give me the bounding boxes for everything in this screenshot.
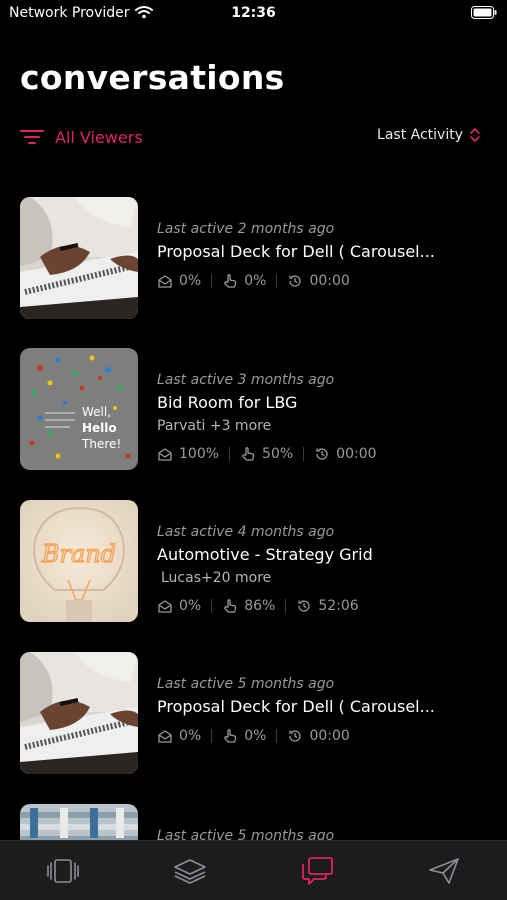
battery-icon [471,6,497,19]
divider [303,447,305,461]
send-tab[interactable] [380,841,507,900]
view-time: 00:00 [336,446,377,462]
history-clock-icon [316,448,328,460]
page-title: conversations [20,58,285,97]
conversation-row[interactable]: Last active 5 months ago Proposal Deck f… [20,652,490,774]
conversation-row[interactable]: Last active 2 months ago Proposal Deck f… [20,197,490,319]
conversation-title: Proposal Deck for Dell ( Carousel... [157,242,435,261]
divider [276,729,278,743]
divider [285,599,287,613]
conversation-thumbnail [20,197,138,319]
hand-pointer-icon [224,599,237,613]
paper-plane-icon [428,857,459,884]
conversation-title: Proposal Deck for Dell ( Carousel... [157,697,435,716]
conversation-row[interactable]: Brand Last active 4 months ago Automotiv… [20,500,490,622]
hand-pointer-icon [242,447,255,461]
filter-icon [20,130,44,144]
cards-icon [47,858,80,883]
last-active-text: Last active 4 months ago [157,524,335,540]
layers-icon [174,858,206,884]
sort-button[interactable]: Last Activity [377,126,481,144]
envelope-open-icon [158,448,172,461]
envelope-open-icon [158,730,172,743]
engagement-rate: 50% [262,446,294,462]
history-clock-icon [289,730,302,742]
opened-rate: 0% [179,273,202,289]
thumb-text-well: Well, [82,405,111,419]
conversation-thumbnail: Well, Hello There! [20,348,138,470]
envelope-open-icon [158,275,172,288]
view-time: 52:06 [318,598,359,614]
hand-pointer-icon [224,274,237,288]
conversation-thumbnail [20,652,138,774]
hand-pointer-icon [224,729,237,743]
conversation-stats: 0% 0% 00:00 [157,273,487,289]
engagement-rate: 0% [244,273,267,289]
history-clock-icon [289,275,302,287]
opened-rate: 100% [179,446,220,462]
sort-label: Last Activity [377,127,463,143]
conversation-title: Bid Room for LBG [157,393,298,412]
cards-tab[interactable] [0,841,127,900]
divider [276,274,278,288]
thumb-text-hello: Hello [82,421,117,435]
engagement-rate: 86% [244,598,276,614]
status-bar: Network Provider 12:36 [0,0,507,28]
view-time: 00:00 [309,273,350,289]
view-time: 00:00 [309,728,350,744]
viewers-text: Parvati +3 more [157,418,272,434]
envelope-open-icon [158,600,172,613]
last-active-text: Last active 2 months ago [157,221,335,237]
viewer-filter-button[interactable]: All Viewers [20,124,143,150]
thumb-text-brand: Brand [41,540,116,568]
conversations-tab[interactable] [254,841,381,900]
layers-tab[interactable] [127,841,254,900]
divider [211,729,213,743]
conversation-stats: 0% 0% 00:00 [157,728,487,744]
engagement-rate: 0% [244,728,267,744]
viewers-text: Lucas+20 more [161,570,272,586]
chat-bubbles-icon [301,856,333,885]
opened-rate: 0% [179,728,202,744]
status-time: 12:36 [231,5,276,21]
conversation-thumbnail: Brand [20,500,138,622]
thumb-text-there: There! [81,437,121,451]
divider [211,274,213,288]
tab-bar [0,840,507,900]
conversation-title: Automotive - Strategy Grid [157,545,373,564]
conversation-stats: 100% 50% 00:00 [157,446,487,462]
conversation-stats: 0% 86% 52:06 [157,598,487,614]
last-active-text: Last active 3 months ago [157,372,335,388]
conversation-row[interactable]: Well, Hello There! Last active 3 months … [20,348,490,470]
history-clock-icon [298,600,310,612]
sort-chevrons-icon [470,128,480,142]
divider [229,447,231,461]
filter-label: All Viewers [55,127,143,147]
opened-rate: 0% [179,598,202,614]
divider [211,599,213,613]
last-active-text: Last active 5 months ago [157,676,335,692]
